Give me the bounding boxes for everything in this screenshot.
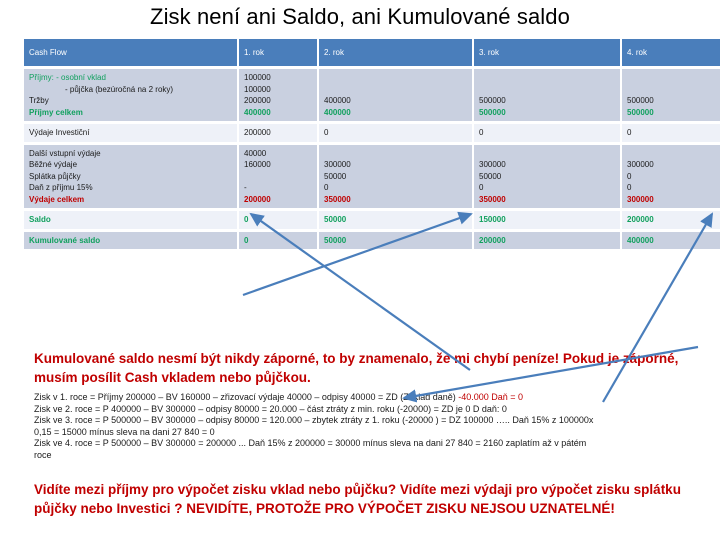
column-header-year-3: 3. rok: [474, 39, 620, 66]
table-row: Kumulované saldo 0 50000 200000 400000: [24, 231, 720, 249]
calc-line-1: Zisk v 1. roce = Příjmy 200000 – BV 1600…: [34, 392, 524, 402]
calc-line-3: Zisk ve 3. roce = P 500000 – BV 300000 –…: [34, 415, 594, 426]
investment-expense-row-year-3: 0: [474, 124, 620, 142]
table-row: Příjmy: - osobní vklad - půjčka (bezúročn…: [24, 69, 720, 121]
cumulative-saldo-row-year-3: 200000: [474, 231, 620, 249]
conclusion-note: Vidíte mezi příjmy pro výpočet zisku vkl…: [34, 482, 681, 516]
expenses-row-label: Další vstupní výdaje Běžné výdaje Splátka …: [24, 144, 237, 208]
calc-line-4: 0,15 = 15000 mínus sleva na dani 27 840 …: [34, 426, 215, 437]
saldo-row-year-2: 50000: [319, 211, 472, 229]
saldo-row-year-3: 150000: [474, 211, 620, 229]
investment-expense-row-year-4: 0: [622, 124, 720, 142]
saldo-row-year-1: 0: [239, 211, 317, 229]
page-title: Zisk není ani Saldo, ani Kumulované sald…: [150, 4, 570, 29]
income-row-year-1: 100000 100000 200000 400000: [239, 69, 317, 121]
table-body: Příjmy: - osobní vklad - půjčka (bezúročn…: [24, 69, 720, 249]
expenses-row-year-1: 40000 160000 -200000: [239, 144, 317, 208]
profit-calculation-notes: Zisk v 1. roce = Příjmy 200000 – BV 1600…: [34, 392, 706, 462]
expenses-row-year-2: 300000 50000 0 350000: [319, 144, 472, 208]
income-row-year-2: 400000 400000: [319, 69, 472, 121]
cumulative-saldo-row-label: Kumulované saldo: [24, 231, 237, 249]
expenses-row-year-3: 300000 50000 0 350000: [474, 144, 620, 208]
calc-line-5: Zisk ve 4. roce = P 500000 – BV 300000 =…: [34, 438, 587, 449]
table-row: Další vstupní výdaje Běžné výdaje Splátka …: [24, 144, 720, 208]
investment-expense-row-year-2: 0: [319, 124, 472, 142]
investment-expense-row-label: Výdaje Investiční: [24, 124, 237, 142]
expenses-row-year-4: 300000 0 0 300000: [622, 144, 720, 208]
table-header-row: Cash Flow 1. rok 2. rok 3. rok 4. rok: [24, 39, 720, 66]
saldo-row-label: Saldo: [24, 211, 237, 229]
cumulative-saldo-row-year-4: 400000: [622, 231, 720, 249]
cumulative-saldo-row-year-2: 50000: [319, 231, 472, 249]
cumulative-saldo-row-year-1: 0: [239, 231, 317, 249]
income-row-year-3: 500000 500000: [474, 69, 620, 121]
table-row: Saldo 0 50000 150000 200000: [24, 211, 720, 229]
investment-expense-row-year-1: 200000: [239, 124, 317, 142]
calc-line-2: Zisk ve 2. roce = P 400000 – BV 300000 –…: [34, 403, 507, 414]
income-row-label: Příjmy: - osobní vklad - půjčka (bezúročn…: [24, 69, 237, 121]
cumulative-saldo-note: Kumulované saldo nesmí být nikdy záporné…: [34, 351, 679, 385]
cash-flow-table: Cash Flow 1. rok 2. rok 3. rok 4. rok Př…: [22, 36, 720, 252]
column-header-cash-flow: Cash Flow: [24, 39, 237, 66]
column-header-year-4: 4. rok: [622, 39, 720, 66]
column-header-year-1: 1. rok: [239, 39, 317, 66]
column-header-year-2: 2. rok: [319, 39, 472, 66]
table-row: Výdaje Investiční 200000 0 0 0: [24, 124, 720, 142]
calc-line-6: roce: [34, 449, 52, 460]
income-row-year-4: 500000 500000: [622, 69, 720, 121]
saldo-row-year-4: 200000: [622, 211, 720, 229]
slide-canvas: Zisk není ani Saldo, ani Kumulované sald…: [0, 0, 720, 540]
